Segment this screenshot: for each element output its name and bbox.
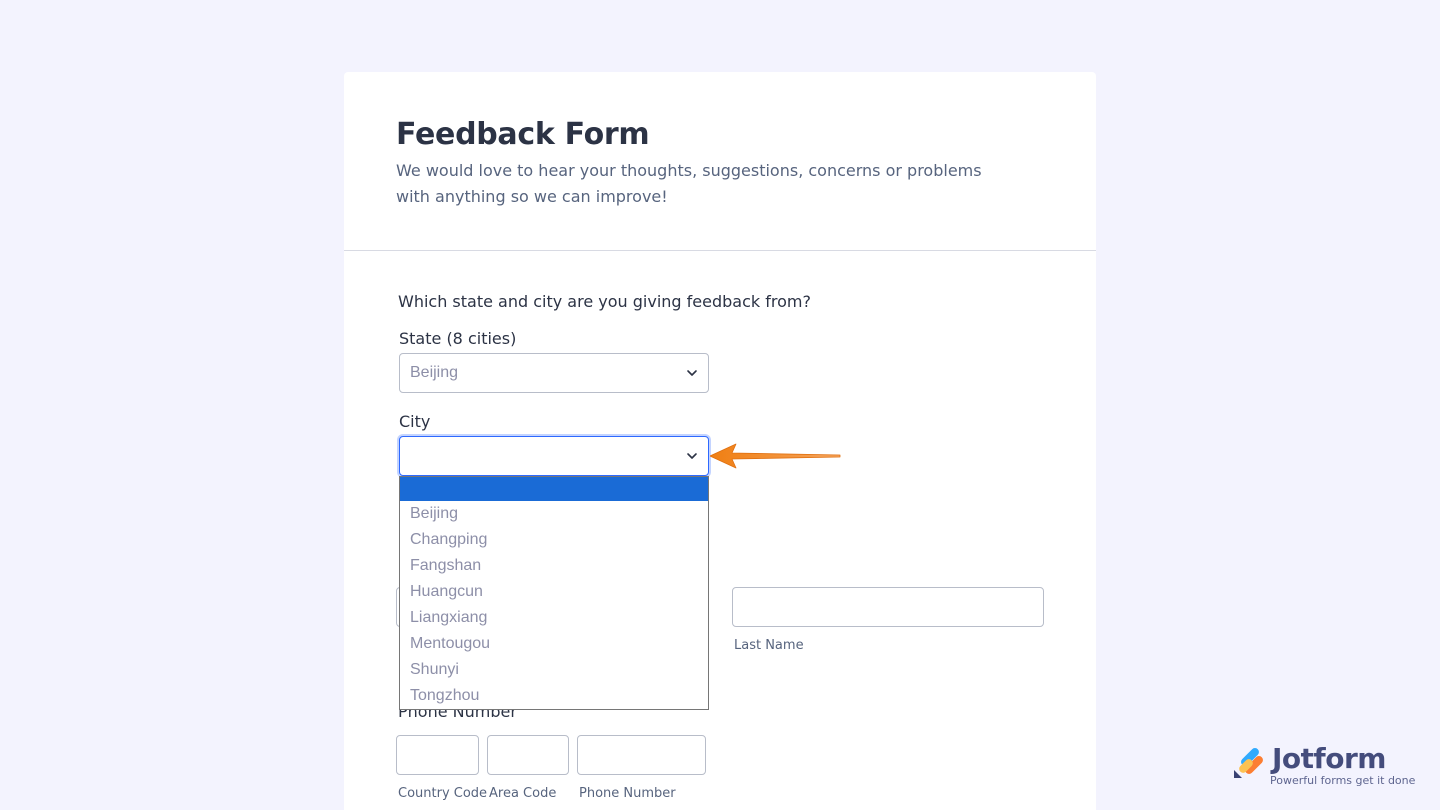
city-option[interactable]: Huangcun (400, 579, 708, 605)
area-code-input[interactable] (487, 735, 569, 775)
city-option[interactable]: Liangxiang (400, 605, 708, 631)
form-subtitle: We would love to hear your thoughts, sug… (396, 161, 982, 206)
city-option[interactable]: Shunyi (400, 657, 708, 683)
city-dropdown-list[interactable]: Beijing Changping Fangshan Huangcun Lian… (399, 476, 709, 710)
city-option[interactable]: Mentougou (400, 631, 708, 657)
last-name-input[interactable] (732, 587, 1044, 627)
location-question: Which state and city are you giving feed… (398, 292, 811, 311)
last-name-sublabel: Last Name (734, 638, 804, 653)
area-code-sublabel: Area Code (489, 786, 557, 801)
jotform-logo-icon (1234, 748, 1263, 778)
logo-text: Jotform (1272, 742, 1386, 775)
country-code-sublabel: Country Code (398, 786, 488, 801)
pointer-arrow-icon (710, 443, 841, 469)
chevron-down-icon (687, 453, 697, 459)
state-label: State (8 cities) (399, 329, 517, 348)
chevron-down-icon (687, 370, 697, 376)
phone-number-input[interactable] (577, 735, 706, 775)
state-select[interactable]: Beijing (399, 353, 709, 393)
country-code-input[interactable] (396, 735, 479, 775)
city-option[interactable] (400, 477, 708, 501)
state-select-value: Beijing (410, 364, 459, 381)
city-option[interactable]: Fangshan (400, 553, 708, 579)
city-label: City (399, 412, 431, 431)
logo-tagline: Powerful forms get it done (1270, 774, 1416, 787)
phone-number-sublabel: Phone Number (579, 786, 676, 801)
jotform-logo[interactable]: Jotform Powerful forms get it done (1232, 742, 1416, 788)
form-header: Feedback Form We would love to hear your… (344, 72, 1096, 251)
form-title: Feedback Form (396, 117, 650, 152)
city-option[interactable]: Tongzhou (400, 683, 708, 709)
city-select[interactable] (399, 436, 709, 476)
city-option[interactable]: Changping (400, 527, 708, 553)
city-option[interactable]: Beijing (400, 501, 708, 527)
